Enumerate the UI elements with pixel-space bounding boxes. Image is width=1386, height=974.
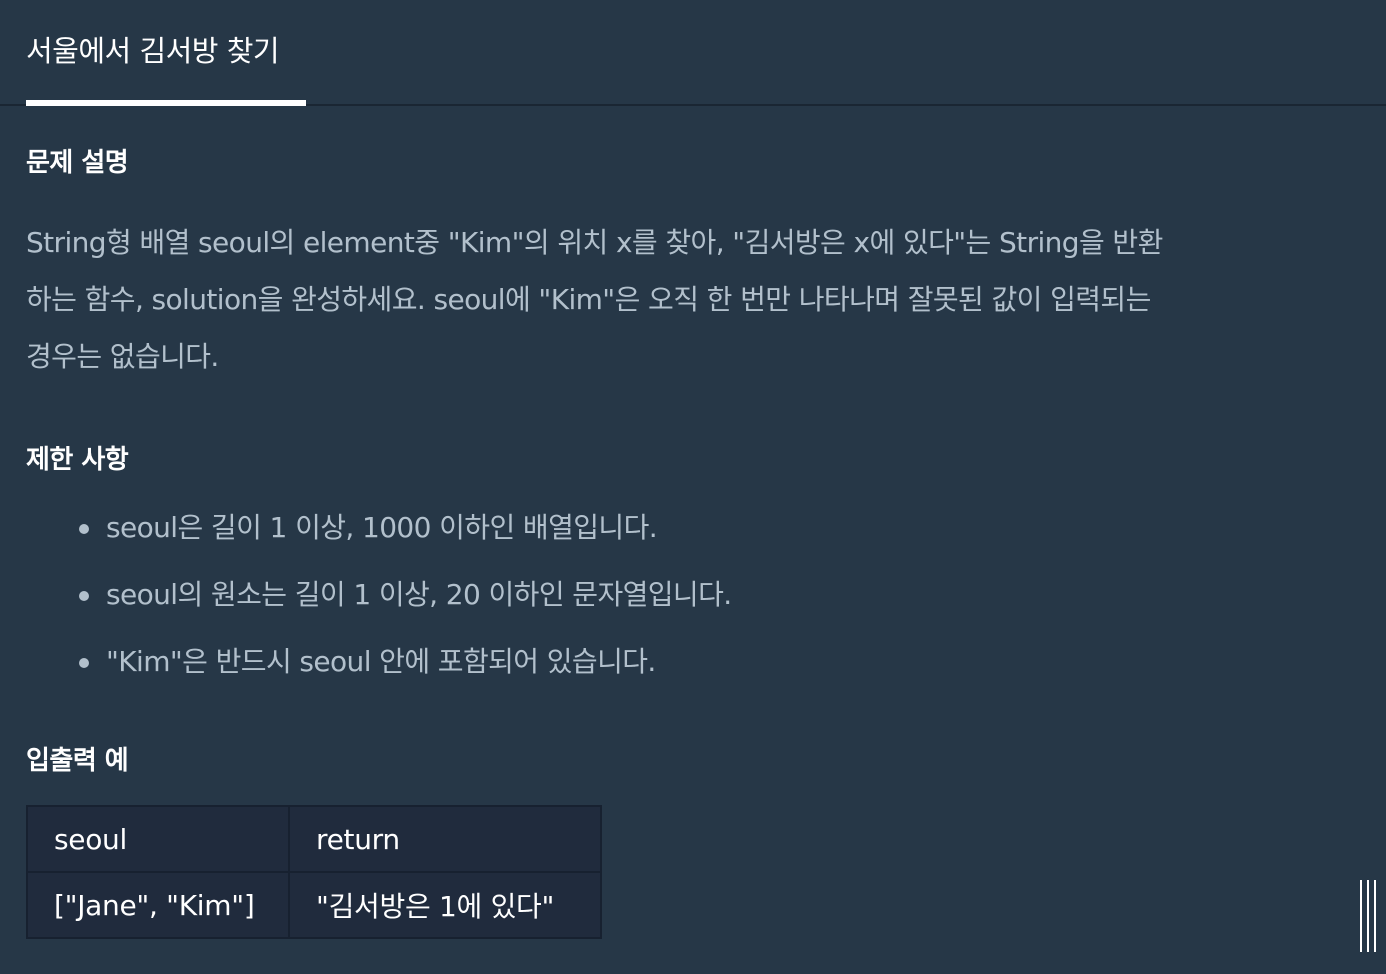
constraint-item: seoul은 길이 1 이상, 1000 이하인 배열입니다. [26, 500, 732, 567]
table-header-row: seoul return [26, 805, 602, 873]
constraints-heading: 제한 사항 [26, 445, 129, 475]
io-example-table: seoul return ["Jane", "Kim"] "김서방은 1에 있다… [26, 805, 602, 939]
description-line: 하는 함수, solution을 완성하세요. seoul에 "Kim"은 오직… [26, 283, 1151, 316]
description-heading: 문제 설명 [26, 148, 129, 178]
vertical-resize-handle-icon[interactable] [1358, 880, 1382, 952]
active-tab-indicator [26, 100, 306, 106]
description-line: 경우는 없습니다. [26, 340, 219, 373]
bullet-icon [79, 658, 89, 668]
column-header-seoul: seoul [26, 805, 290, 873]
constraint-text: seoul의 원소는 길이 1 이상, 20 이하인 문자열입니다. [106, 578, 732, 611]
constraint-item: seoul의 원소는 길이 1 이상, 20 이하인 문자열입니다. [26, 567, 732, 634]
constraints-list: seoul은 길이 1 이상, 1000 이하인 배열입니다. seoul의 원… [26, 500, 732, 701]
table-cell-return: "김서방은 1에 있다" [288, 871, 602, 939]
bullet-icon [79, 524, 89, 534]
table-cell-seoul: ["Jane", "Kim"] [26, 871, 290, 939]
problem-description: String형 배열 seoul의 element중 "Kim"의 위치 x를 … [26, 214, 1326, 385]
tab-problem-title[interactable]: 서울에서 김서방 찾기 [26, 28, 280, 70]
problem-tab-bar: 서울에서 김서방 찾기 [0, 0, 1386, 106]
examples-heading: 입출력 예 [26, 746, 129, 776]
table-row: ["Jane", "Kim"] "김서방은 1에 있다" [26, 871, 602, 939]
description-line: String형 배열 seoul의 element중 "Kim"의 위치 x를 … [26, 226, 1163, 259]
constraint-item: "Kim"은 반드시 seoul 안에 포함되어 있습니다. [26, 634, 732, 701]
constraint-text: "Kim"은 반드시 seoul 안에 포함되어 있습니다. [106, 645, 656, 678]
column-header-return: return [288, 805, 602, 873]
constraint-text: seoul은 길이 1 이상, 1000 이하인 배열입니다. [106, 511, 658, 544]
resize-handle-graphic [1360, 880, 1376, 952]
bullet-icon [79, 591, 89, 601]
